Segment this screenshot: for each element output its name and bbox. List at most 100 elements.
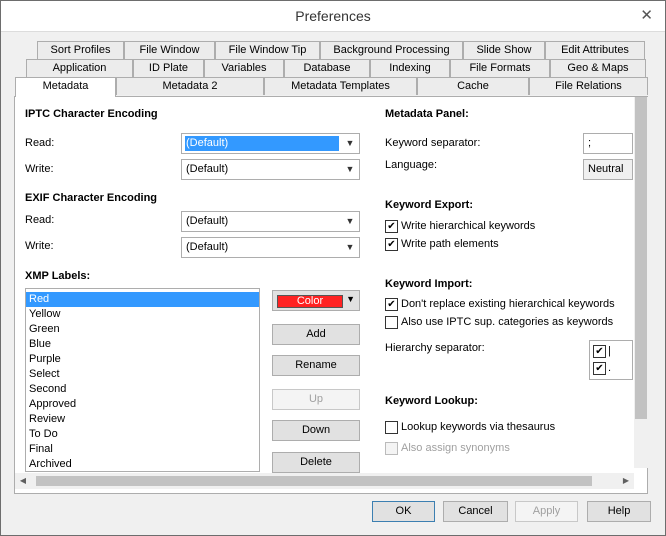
label-color-button[interactable]: Color ▼ [272, 290, 360, 311]
exif-encoding-header: EXIF Character Encoding [25, 192, 158, 204]
also-iptc-label: Also use IPTC sup. categories as keyword… [401, 316, 614, 328]
list-item[interactable]: Red [26, 292, 259, 307]
vertical-scrollbar[interactable] [634, 97, 648, 468]
chevron-down-icon: ▼ [346, 294, 355, 304]
tab-row-3: Metadata Metadata 2 Metadata Templates C… [1, 77, 665, 97]
list-item[interactable]: Review [26, 412, 259, 427]
iptc-write-label: Write: [25, 163, 54, 175]
xmp-labels-list[interactable]: Red Yellow Green Blue Purple Select Seco… [25, 288, 260, 472]
iptc-write-value: (Default) [186, 163, 229, 175]
keyword-separator-value: ; [588, 137, 592, 149]
write-hierarchical-checkbox[interactable]: ✔ [385, 220, 398, 233]
list-item[interactable]: Select [26, 367, 259, 382]
keyword-separator-label: Keyword separator: [385, 137, 481, 149]
list-item[interactable]: Purple [26, 352, 259, 367]
add-label-button[interactable]: Add [272, 324, 360, 345]
help-button[interactable]: Help [587, 501, 651, 522]
preferences-window: Preferences ✕ Sort Profiles File Window … [0, 0, 666, 536]
exif-read-value: (Default) [186, 215, 229, 227]
separator-dot-value: . [608, 362, 612, 374]
dont-replace-label: Don't replace existing hierarchical keyw… [401, 298, 615, 310]
list-item[interactable]: Yellow [26, 307, 259, 322]
iptc-read-value: (Default) [185, 136, 339, 151]
tab-variables[interactable]: Variables [204, 59, 284, 77]
tab-database[interactable]: Database [284, 59, 370, 77]
iptc-read-select[interactable]: (Default) ▼ [181, 133, 360, 154]
exif-write-value: (Default) [186, 241, 229, 253]
exif-read-label: Read: [25, 214, 55, 226]
keyword-lookup-header: Keyword Lookup: [385, 395, 478, 407]
separator-pipe-checkbox[interactable]: ✔ [593, 345, 606, 358]
keyword-export-header: Keyword Export: [385, 199, 474, 211]
exif-read-select[interactable]: (Default) ▼ [181, 211, 360, 232]
metadata-panel-header: Metadata Panel: [385, 108, 469, 120]
tab-cache[interactable]: Cache [417, 77, 529, 95]
list-item[interactable]: Archived [26, 457, 259, 471]
tab-metadata[interactable]: Metadata [15, 77, 116, 97]
move-up-button[interactable]: Up [272, 389, 360, 410]
tab-file-relations[interactable]: File Relations [529, 77, 648, 95]
list-item[interactable]: Final [26, 442, 259, 457]
hierarchy-separator-label: Hierarchy separator: [385, 342, 485, 354]
tab-sort-profiles[interactable]: Sort Profiles [37, 41, 124, 59]
tab-metadata-2[interactable]: Metadata 2 [116, 77, 264, 95]
tab-file-window-tip[interactable]: File Window Tip [215, 41, 320, 59]
list-item[interactable]: Green [26, 322, 259, 337]
tab-background-processing[interactable]: Background Processing [320, 41, 463, 59]
dont-replace-checkbox[interactable]: ✔ [385, 298, 398, 311]
iptc-read-label: Read: [25, 137, 55, 149]
hierarchy-separator-list[interactable]: ✔ | ✔ . [589, 340, 633, 380]
list-item[interactable]: Approved [26, 397, 259, 412]
vertical-scroll-thumb[interactable] [635, 97, 647, 419]
apply-button[interactable]: Apply [515, 501, 578, 522]
ok-button[interactable]: OK [372, 501, 435, 522]
keyword-import-header: Keyword Import: [385, 278, 473, 290]
lookup-thesaurus-label: Lookup keywords via thesaurus [401, 421, 556, 433]
rename-label-button[interactable]: Rename [272, 355, 360, 376]
move-down-button[interactable]: Down [272, 420, 360, 441]
scroll-left-icon[interactable]: ◀ [15, 473, 31, 489]
delete-label-button[interactable]: Delete [272, 452, 360, 473]
write-hierarchical-label: Write hierarchical keywords [401, 220, 536, 232]
xmp-labels-header: XMP Labels: [25, 270, 91, 282]
iptc-write-select[interactable]: (Default) ▼ [181, 159, 360, 180]
tab-slide-show[interactable]: Slide Show [463, 41, 545, 59]
chevron-down-icon: ▼ [345, 138, 355, 148]
write-path-checkbox[interactable]: ✔ [385, 238, 398, 251]
list-item[interactable]: To Do [26, 427, 259, 442]
lookup-thesaurus-checkbox[interactable] [385, 421, 398, 434]
tab-geo-maps[interactable]: Geo & Maps [550, 59, 646, 77]
cancel-button[interactable]: Cancel [443, 501, 508, 522]
language-select[interactable]: Neutral [583, 159, 633, 180]
color-swatch: Color [277, 295, 343, 308]
tab-application[interactable]: Application [26, 59, 133, 77]
tab-file-formats[interactable]: File Formats [450, 59, 550, 77]
language-value: Neutral [588, 163, 624, 175]
tab-id-plate[interactable]: ID Plate [133, 59, 204, 77]
assign-synonyms-label: Also assign synonyms [401, 442, 510, 454]
tab-indexing[interactable]: Indexing [370, 59, 450, 77]
list-item[interactable]: Blue [26, 337, 259, 352]
chevron-down-icon: ▼ [345, 164, 355, 174]
chevron-down-icon: ▼ [345, 242, 355, 252]
scroll-right-icon[interactable]: ▶ [618, 473, 634, 489]
exif-write-select[interactable]: (Default) ▼ [181, 237, 360, 258]
tab-row-2: Application ID Plate Variables Database … [1, 59, 665, 77]
list-item[interactable]: Second [26, 382, 259, 397]
tab-metadata-templates[interactable]: Metadata Templates [264, 77, 417, 95]
chevron-down-icon: ▼ [345, 216, 355, 226]
write-path-label: Write path elements [401, 238, 499, 250]
close-icon[interactable]: ✕ [640, 8, 653, 23]
horizontal-scrollbar[interactable]: ◀ ▶ [15, 473, 634, 489]
assign-synonyms-checkbox[interactable] [385, 442, 398, 455]
tab-file-window[interactable]: File Window [124, 41, 215, 59]
language-label: Language: [385, 159, 437, 171]
tab-edit-attributes[interactable]: Edit Attributes [545, 41, 645, 59]
horizontal-scroll-thumb[interactable] [36, 476, 592, 486]
separator-pipe-value: | [608, 345, 611, 357]
iptc-encoding-header: IPTC Character Encoding [25, 108, 158, 120]
separator-dot-checkbox[interactable]: ✔ [593, 362, 606, 375]
tab-row-1: Sort Profiles File Window File Window Ti… [1, 41, 665, 59]
also-iptc-checkbox[interactable] [385, 316, 398, 329]
keyword-separator-input[interactable]: ; [583, 133, 633, 154]
